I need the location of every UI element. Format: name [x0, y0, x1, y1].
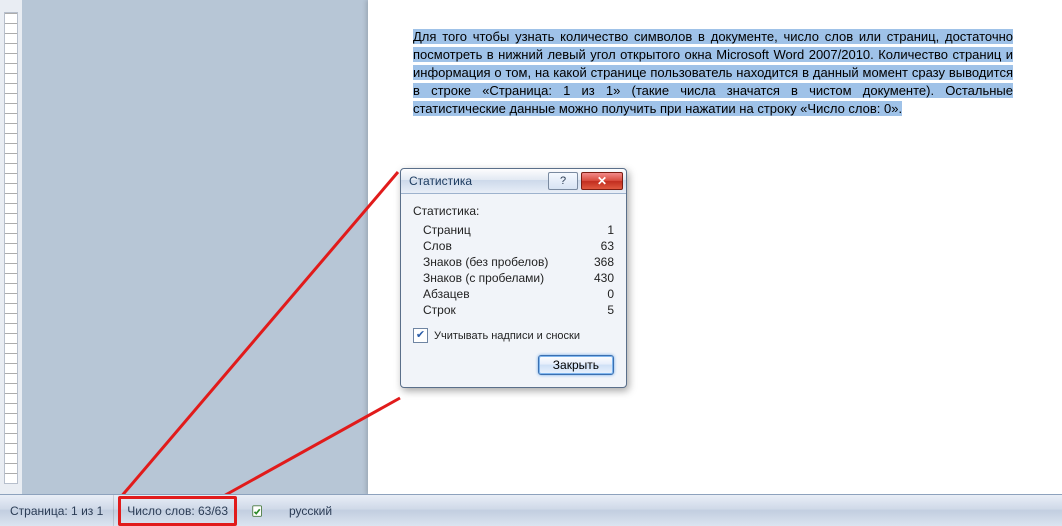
proofing-icon: [251, 504, 265, 518]
proofing-status[interactable]: [241, 495, 279, 526]
dialog-titlebar[interactable]: Статистика ? ✕: [401, 169, 626, 194]
stat-value: 430: [584, 271, 614, 285]
statistics-dialog: Статистика ? ✕ Статистика: Страниц1 Слов…: [400, 168, 627, 388]
stat-row: Знаков (без пробелов)368: [413, 254, 614, 270]
stat-value: 63: [584, 239, 614, 253]
stat-value: 368: [584, 255, 614, 269]
status-bar: Страница: 1 из 1 Число слов: 63/63 русск…: [0, 494, 1062, 526]
stat-row: Строк5: [413, 302, 614, 318]
checkbox-icon[interactable]: ✔: [413, 328, 428, 343]
stat-label: Абзацев: [423, 287, 584, 301]
highlighted-text[interactable]: Для того чтобы узнать количество символо…: [413, 29, 1013, 116]
stat-label: Слов: [423, 239, 584, 253]
dialog-heading: Статистика:: [413, 204, 614, 218]
stat-label: Страниц: [423, 223, 584, 237]
dialog-body: Статистика: Страниц1 Слов63 Знаков (без …: [401, 194, 626, 387]
stat-row: Абзацев0: [413, 286, 614, 302]
close-icon[interactable]: ✕: [581, 172, 623, 190]
language-status[interactable]: русский: [279, 495, 342, 526]
stat-label: Знаков (без пробелов): [423, 255, 584, 269]
page-status[interactable]: Страница: 1 из 1: [0, 495, 114, 526]
stat-row: Слов63: [413, 238, 614, 254]
word-count-status[interactable]: Число слов: 63/63: [118, 496, 237, 526]
stat-row: Знаков (с пробелами)430: [413, 270, 614, 286]
help-button[interactable]: ?: [548, 172, 578, 190]
stat-value: 5: [584, 303, 614, 317]
stat-value: 0: [584, 287, 614, 301]
stat-label: Знаков (с пробелами): [423, 271, 584, 285]
stat-value: 1: [584, 223, 614, 237]
selected-paragraph[interactable]: Для того чтобы узнать количество символо…: [413, 28, 1013, 118]
stat-label: Строк: [423, 303, 584, 317]
checkbox-label: Учитывать надписи и сноски: [434, 330, 580, 342]
vertical-ruler: [0, 0, 23, 495]
stat-row: Страниц1: [413, 222, 614, 238]
dialog-title: Статистика: [409, 174, 472, 188]
include-textboxes-row[interactable]: ✔ Учитывать надписи и сноски: [413, 328, 614, 343]
close-button[interactable]: Закрыть: [538, 355, 614, 375]
